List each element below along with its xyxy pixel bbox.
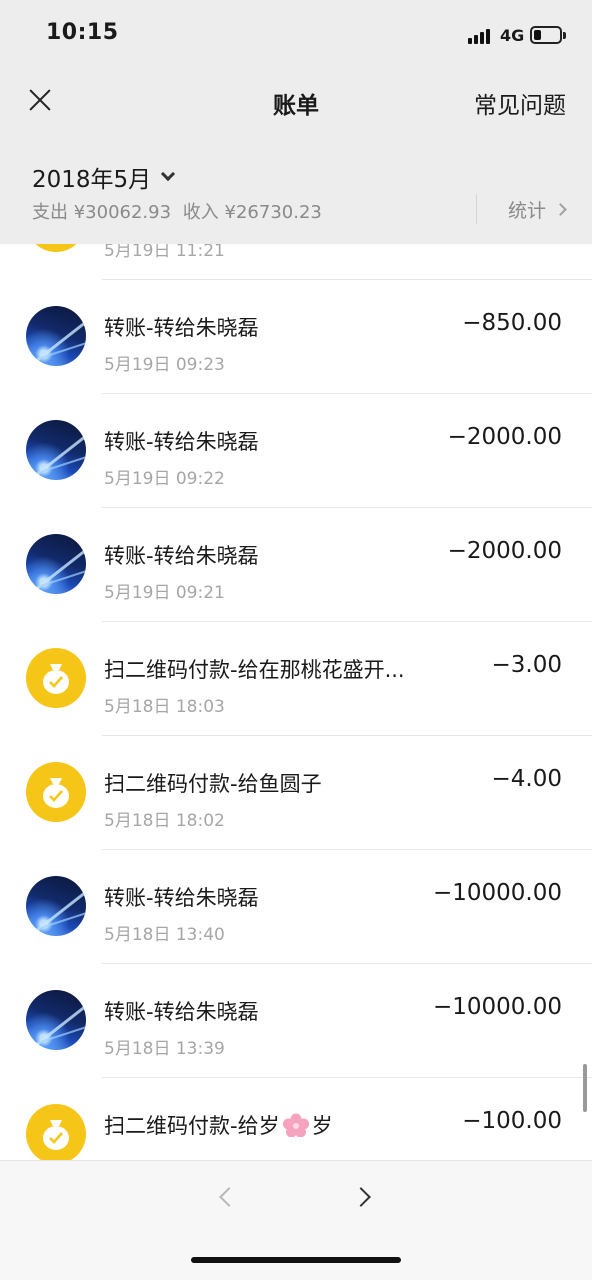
avatar [26,534,86,594]
transaction-time: 5月19日 11:21 [104,244,225,261]
status-bar: 10:15 4G [0,0,592,68]
list-item[interactable]: 扫二维码付款-给岁 岁 −100.00 [0,1078,592,1160]
transaction-time: 5月19日 09:22 [104,469,225,489]
wallet-icon [26,648,86,708]
transaction-title: 转账-转给朱晓磊 [104,1000,259,1024]
month-label: 2018年5月 [32,167,152,193]
cherry-blossom-icon [282,1113,309,1137]
transaction-title: 扫二维码付款-给在那桃花盛开... [104,658,405,682]
transaction-title: 扫二维码付款-给岁 岁 [104,1110,333,1140]
transaction-title: 转账-转给朱晓磊 [104,316,259,340]
transaction-amount: −3.00 [491,652,562,678]
list-item[interactable]: 5月19日 11:21 [0,244,592,280]
chevron-right-icon [554,203,567,216]
month-selector[interactable]: 2018年5月 [32,160,176,194]
battery-icon [530,26,566,44]
list-item[interactable]: 转账-转给朱晓磊 5月18日 13:39 −10000.00 [0,964,592,1078]
list-item[interactable]: 扫二维码付款-给鱼圆子 5月18日 18:02 −4.00 [0,736,592,850]
transaction-title: 扫二维码付款-给鱼圆子 [104,772,322,796]
month-header: 2018年5月 支出 ¥30062.93 收入 ¥26730.23 统计 [0,132,592,244]
chevron-left-icon [219,1187,239,1207]
scrollbar[interactable] [583,1064,587,1112]
transaction-amount: −850.00 [462,310,562,336]
transaction-title-start: 扫二维码付款-给岁 [104,1114,280,1138]
transaction-amount: −2000.00 [447,424,562,450]
signal-icon [468,28,492,44]
transaction-time: 5月18日 13:39 [104,1039,225,1059]
transaction-title-end: 岁 [311,1114,333,1138]
transaction-amount: −4.00 [491,766,562,792]
transaction-amount: −2000.00 [447,538,562,564]
transaction-time: 5月18日 18:03 [104,697,225,717]
network-label: 4G [500,26,525,45]
stats-label: 统计 [508,200,547,222]
transaction-time: 5月18日 13:40 [104,925,225,945]
avatar [26,306,86,366]
transaction-title: 转账-转给朱晓磊 [104,886,259,910]
list-item[interactable]: 转账-转给朱晓磊 5月19日 09:22 −2000.00 [0,394,592,508]
faq-link[interactable]: 常见问题 [474,86,566,120]
chevron-down-icon [161,166,176,182]
list-item[interactable]: 转账-转给朱晓磊 5月18日 13:40 −10000.00 [0,850,592,964]
transaction-time: 5月19日 09:21 [104,583,225,603]
transaction-amount: −10000.00 [432,880,562,906]
transaction-time: 5月18日 18:02 [104,811,225,831]
divider [476,194,477,224]
month-summary: 支出 ¥30062.93 收入 ¥26730.23 [32,198,328,224]
avatar [26,990,86,1050]
bottom-toolbar [0,1160,592,1280]
transaction-amount: −100.00 [462,1108,562,1134]
wallet-icon [26,244,86,252]
avatar [26,420,86,480]
avatar [26,876,86,936]
wallet-icon [26,1104,86,1160]
list-item[interactable]: 扫二维码付款-给在那桃花盛开... 5月18日 18:03 −3.00 [0,622,592,736]
transaction-list[interactable]: 5月19日 11:21 转账-转给朱晓磊 5月19日 09:23 −850.00… [0,244,592,1160]
transaction-amount: −10000.00 [432,994,562,1020]
list-item[interactable]: 转账-转给朱晓磊 5月19日 09:23 −850.00 [0,280,592,394]
transaction-time: 5月19日 09:23 [104,355,225,375]
income-total: 收入 ¥26730.23 [182,202,322,223]
transaction-title: 转账-转给朱晓磊 [104,544,259,568]
home-indicator[interactable] [191,1257,401,1263]
chevron-right-icon [351,1187,371,1207]
list-item[interactable]: 转账-转给朱晓磊 5月19日 09:21 −2000.00 [0,508,592,622]
forward-button[interactable] [350,1181,382,1213]
transaction-title: 转账-转给朱晓磊 [104,430,259,454]
expense-total: 支出 ¥30062.93 [32,202,172,223]
nav-bar: 账单 常见问题 [0,68,592,132]
status-time: 10:15 [46,20,119,45]
back-button[interactable] [210,1181,242,1213]
wallet-icon [26,762,86,822]
stats-button[interactable]: 统计 [508,196,567,223]
